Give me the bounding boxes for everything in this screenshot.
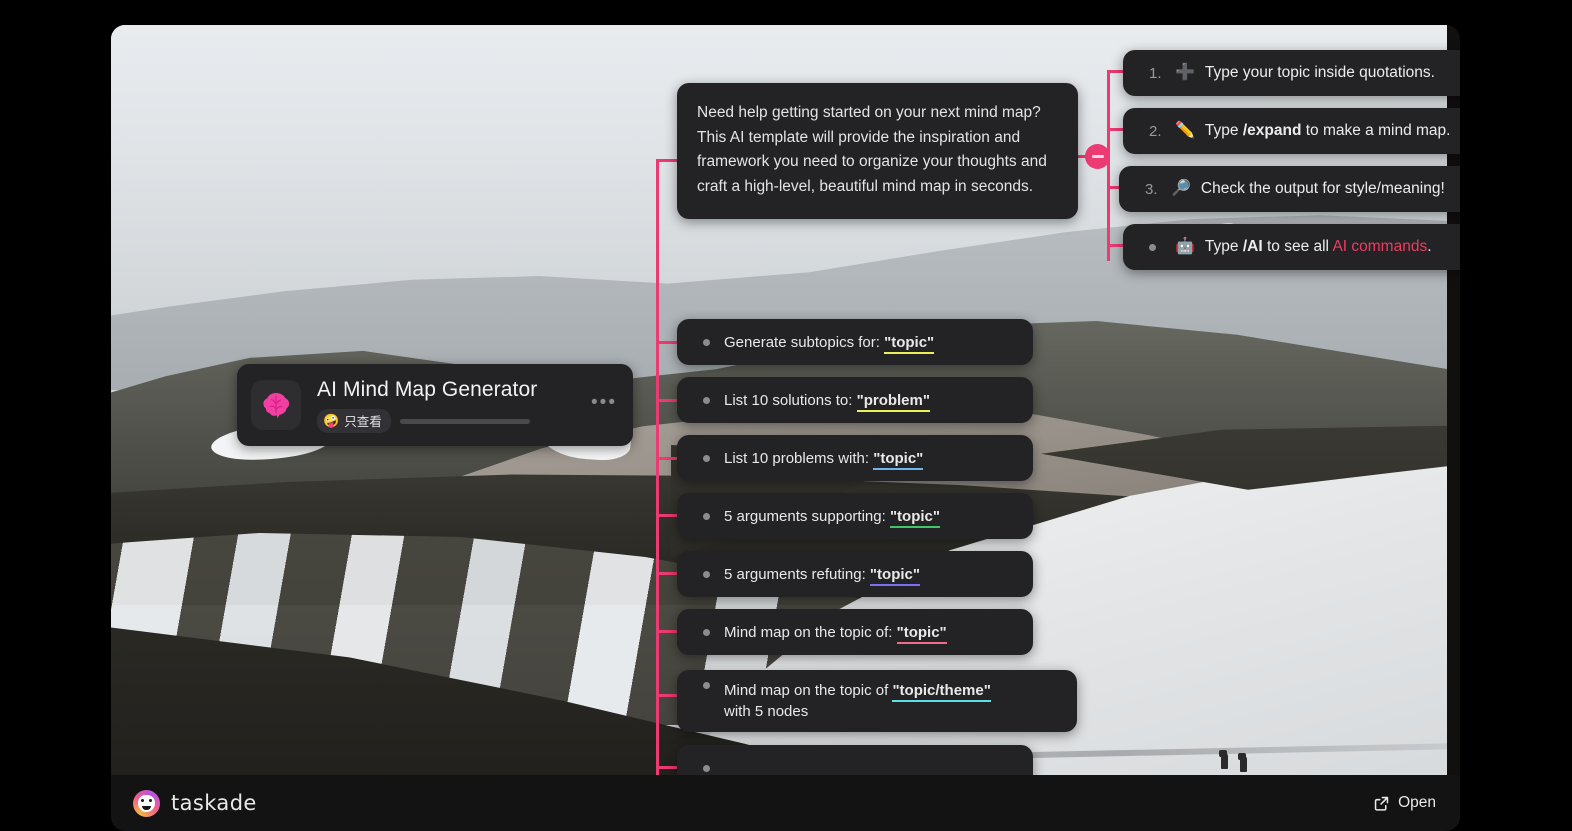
step-marker: 1. — [1149, 64, 1162, 82]
step-marker: 3. — [1145, 180, 1158, 198]
connector-branch — [656, 766, 678, 769]
permission-badge[interactable]: 🤪 只查看 — [317, 409, 391, 433]
step-card[interactable]: 2. ✏️ Type /expand to make a mind map. — [1123, 108, 1460, 154]
bullet-marker — [703, 338, 710, 346]
content-panel: Need help getting started on your next m… — [111, 25, 1460, 806]
prompt-card[interactable]: 5 arguments refuting: "topic" — [677, 551, 1033, 597]
open-button[interactable]: Open — [1373, 794, 1436, 812]
prompt-card[interactable]: List 10 solutions to: "problem" — [677, 377, 1033, 423]
prompt-token: "topic/theme" — [892, 682, 991, 702]
external-link-icon — [1374, 796, 1389, 811]
step-card[interactable]: 1. ➕ Type your topic inside quotations. — [1123, 50, 1460, 96]
prompt-card[interactable]: Mind map on the topic of: "topic" — [677, 609, 1033, 655]
brand-area[interactable]: taskade — [133, 789, 257, 817]
prompt-text: Mind map on the topic of "topic/theme" wi… — [724, 682, 991, 720]
prompt-text: Generate subtopics for: "topic" — [724, 332, 935, 354]
meta-placeholder-bar — [399, 418, 530, 424]
connector-branch — [656, 572, 678, 575]
permission-label: 只查看 — [344, 415, 382, 429]
open-label: Open — [1398, 794, 1436, 811]
prompt-card[interactable]: 5 arguments supporting: "topic" — [677, 493, 1033, 539]
prompt-token: "topic" — [889, 507, 940, 528]
description-text: Need help getting started on your next m… — [697, 104, 1047, 195]
hiker-figure — [1238, 753, 1247, 772]
bullet-marker — [703, 570, 710, 578]
title-meta: AI Mind Map Generator 🤪 只查看 — [317, 377, 591, 433]
step-card[interactable]: 3. 🔎 Check the output for style/meaning! — [1119, 166, 1460, 212]
more-options-button[interactable]: ••• — [591, 393, 617, 418]
prompt-card[interactable]: Mind map on the topic of "topic/theme" wi… — [677, 670, 1077, 732]
connector-trunk — [656, 161, 659, 783]
prompt-token: "topic" — [869, 565, 920, 586]
brain-icon — [251, 380, 301, 430]
prompt-card[interactable]: List 10 problems with: "topic" — [677, 435, 1033, 481]
prompt-token: "topic" — [896, 623, 947, 644]
prompt-text: 5 arguments supporting: "topic" — [724, 506, 940, 528]
connector-branch — [656, 399, 678, 402]
prompt-token: "problem" — [856, 391, 930, 412]
bullet-marker — [1149, 243, 1156, 251]
step-text: Check the output for style/meaning! — [1200, 180, 1445, 197]
bullet-marker — [703, 682, 710, 689]
pencil-icon: ✏️ — [1175, 122, 1195, 139]
minus-circle-icon — [1091, 155, 1104, 158]
step-text: Type /expand to make a mind map. — [1204, 122, 1451, 139]
bullet-marker — [703, 764, 710, 772]
step-marker: 2. — [1149, 122, 1162, 140]
meta-row: 🤪 只查看 — [317, 409, 591, 433]
bullet-marker — [703, 512, 710, 520]
connector-branch — [656, 694, 678, 697]
description-card[interactable]: Need help getting started on your next m… — [677, 83, 1078, 219]
app-root: Need help getting started on your next m… — [0, 0, 1572, 831]
bullet-marker — [703, 396, 710, 404]
prompt-token: "topic" — [873, 449, 924, 470]
prompt-text: List 10 solutions to: "problem" — [724, 390, 930, 412]
connector-branch — [656, 514, 678, 517]
taskade-logo-icon — [133, 789, 160, 817]
logo-mouth — [142, 805, 151, 810]
logo-face — [138, 794, 155, 812]
connector-right-trunk — [1107, 71, 1110, 261]
step-text: Type /AI to see all AI commands. — [1204, 238, 1432, 255]
robot-icon: 🤖 — [1175, 238, 1195, 255]
bullet-marker — [703, 454, 710, 462]
connector-branch — [656, 630, 678, 633]
step-card[interactable]: 🤖 Type /AI to see all AI commands. — [1123, 224, 1460, 270]
page-title: AI Mind Map Generator — [317, 378, 538, 401]
brand-name: taskade — [171, 791, 257, 815]
collapse-node-button[interactable] — [1085, 144, 1110, 169]
bottom-bar: taskade Open — [111, 775, 1460, 831]
prompt-token: "topic" — [884, 333, 935, 354]
bullet-marker — [703, 628, 710, 636]
step-text: Type your topic inside quotations. — [1204, 64, 1435, 81]
connector-branch — [656, 457, 678, 460]
connector-branch — [656, 341, 678, 344]
document-title-card[interactable]: AI Mind Map Generator 🤪 只查看 ••• — [237, 364, 633, 446]
prompt-text: List 10 problems with: "topic" — [724, 448, 924, 470]
hiker-figure — [1219, 750, 1228, 769]
face-emoji-icon: 🤪 — [323, 412, 340, 428]
plus-icon: ➕ — [1175, 64, 1195, 81]
prompt-card[interactable]: Generate subtopics for: "topic" — [677, 319, 1033, 365]
prompt-text: Mind map on the topic of: "topic" — [724, 622, 947, 644]
ai-commands-link[interactable]: AI commands — [1332, 238, 1427, 255]
magnifier-icon: 🔎 — [1171, 180, 1191, 197]
prompt-text: 5 arguments refuting: "topic" — [724, 564, 920, 586]
